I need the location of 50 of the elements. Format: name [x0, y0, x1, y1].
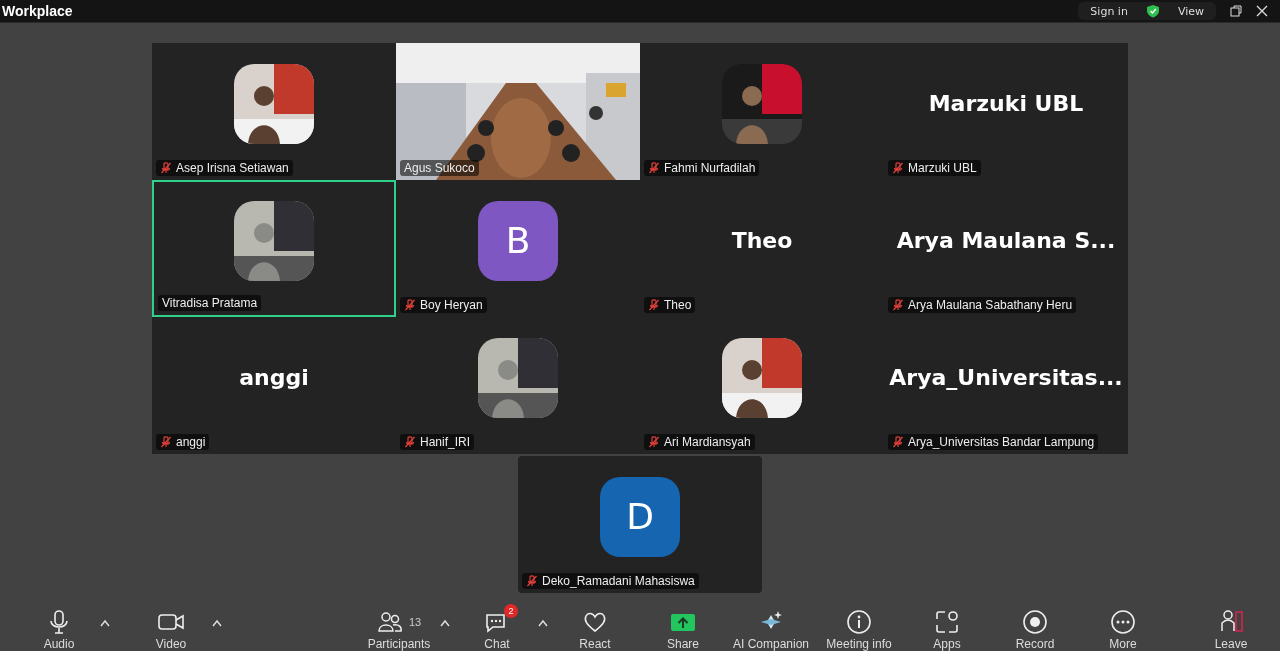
toolbar-button[interactable]: More	[1082, 605, 1164, 651]
participant-name: Arya Maulana S...	[896, 228, 1116, 253]
letter-avatar: D	[600, 476, 680, 557]
participant-name: anggi	[176, 435, 206, 449]
unread-badge: 2	[504, 604, 518, 618]
toolbar-button[interactable]: Share	[642, 605, 724, 651]
participant-name: anggi	[239, 365, 309, 390]
toolbar-button[interactable]: Apps	[906, 605, 988, 651]
restore-icon[interactable]	[1230, 5, 1242, 17]
toolbar-button[interactable]: React	[554, 605, 636, 651]
toolbar-button[interactable]: Leave	[1190, 605, 1272, 651]
record-icon	[1022, 609, 1048, 635]
participant-name: Ari Mardiansyah	[664, 435, 751, 449]
close-icon[interactable]	[1256, 5, 1268, 17]
more-icon	[1110, 609, 1136, 635]
participant-name: Boy Heryan	[420, 298, 483, 312]
participant-name: Vitradisa Pratama	[162, 296, 258, 310]
toolbar-button[interactable]: Meeting info	[818, 605, 900, 651]
window-title: Workplace	[1, 3, 73, 19]
toolbar-button[interactable]: Audio	[18, 605, 100, 651]
info-icon	[846, 609, 872, 635]
participant-name: Deko_Ramadani Mahasiswa	[542, 574, 695, 588]
shield-icon[interactable]	[1145, 4, 1160, 18]
person-door-icon	[1218, 609, 1244, 635]
participant-name: Theo	[664, 298, 692, 312]
participant-name: Theo	[731, 228, 793, 253]
sign-in-link[interactable]: Sign in	[1090, 4, 1128, 18]
participant-name: Arya_Universitas...	[889, 365, 1123, 390]
caret-icon[interactable]	[440, 619, 450, 627]
view-button[interactable]: View	[1177, 4, 1204, 18]
toolbar-button[interactable]: Video	[130, 605, 212, 651]
participant-name: Marzuki UBL	[908, 161, 977, 175]
participant-name: Arya_Universitas Bandar Lampung	[908, 435, 1095, 449]
caret-icon[interactable]	[100, 619, 110, 627]
apps-icon	[934, 609, 960, 635]
toolbar-button[interactable]: 2 Chat	[456, 605, 538, 651]
caret-icon[interactable]	[538, 619, 548, 627]
toolbar-button[interactable]: Record	[994, 605, 1076, 651]
participant-name: Arya Maulana Sabathany Heru	[908, 298, 1073, 312]
toolbar-button[interactable]: AI Companion	[730, 605, 812, 651]
participant-name: Agus Sukoco	[404, 161, 475, 175]
participant-name: Marzuki UBL	[928, 91, 1084, 116]
caret-icon[interactable]	[212, 619, 222, 627]
people-icon	[376, 609, 403, 635]
participant-name: Asep Irisna Setiawan	[176, 161, 289, 175]
participant-count: 13	[408, 616, 422, 628]
toolbar-button[interactable]: 13 Participants	[358, 605, 440, 651]
letter-avatar: B	[478, 200, 558, 281]
participant-name: Fahmi Nurfadilah	[664, 161, 756, 175]
participant-name: Hanif_IRI	[420, 435, 471, 449]
